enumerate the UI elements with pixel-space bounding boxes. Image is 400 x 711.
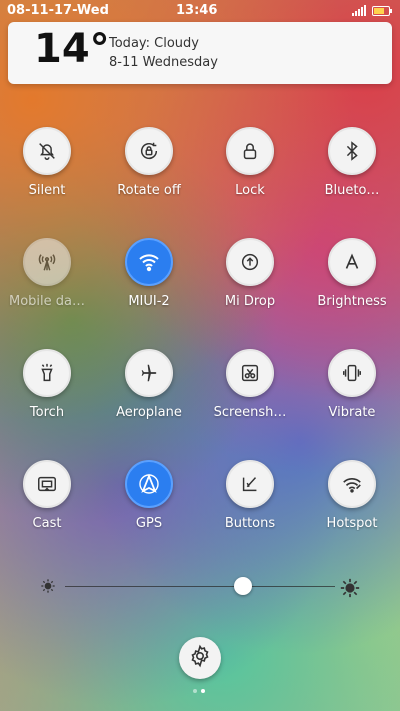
toggle-buttons[interactable]: Buttons bbox=[210, 460, 290, 531]
brightness-track[interactable] bbox=[65, 586, 335, 587]
toggle-brightness[interactable]: Brightness bbox=[312, 238, 392, 309]
page-dot-current bbox=[201, 689, 205, 693]
toggle-lock[interactable]: Lock bbox=[210, 127, 290, 198]
toggle-rotate[interactable]: Rotate off bbox=[109, 127, 189, 198]
toggle-label: Lock bbox=[235, 183, 265, 198]
scissors-icon bbox=[226, 349, 274, 397]
toggle-hotspot[interactable]: Hotspot bbox=[312, 460, 392, 531]
rotate-lock-icon bbox=[125, 127, 173, 175]
signal-icon bbox=[352, 5, 366, 16]
toggle-label: GPS bbox=[135, 516, 163, 531]
vibrate-icon bbox=[328, 349, 376, 397]
toggle-screenshot[interactable]: Screensh… bbox=[210, 349, 290, 420]
settings-button[interactable] bbox=[179, 637, 221, 679]
toggle-cast[interactable]: Cast bbox=[7, 460, 87, 531]
status-icons bbox=[352, 5, 392, 16]
toggle-label: Hotspot bbox=[326, 516, 378, 531]
toggle-label: Brightness bbox=[317, 294, 387, 309]
brightness-thumb[interactable] bbox=[234, 577, 253, 595]
toggle-label: Mi Drop bbox=[224, 294, 276, 309]
location-icon bbox=[125, 460, 173, 508]
toggle-label: Silent bbox=[28, 183, 66, 198]
wifi-icon bbox=[125, 238, 173, 286]
letter-a-icon bbox=[328, 238, 376, 286]
brightness-high-icon bbox=[340, 578, 360, 602]
antenna-icon bbox=[23, 238, 71, 286]
toggle-silent[interactable]: Silent bbox=[7, 127, 87, 198]
bluetooth-icon bbox=[328, 127, 376, 175]
buttons-icon bbox=[226, 460, 274, 508]
toggle-label: Vibrate bbox=[328, 405, 376, 420]
battery-icon bbox=[372, 5, 392, 16]
flashlight-icon bbox=[23, 349, 71, 397]
brightness-slider[interactable] bbox=[40, 575, 360, 599]
toggle-mi-drop[interactable]: Mi Drop bbox=[210, 238, 290, 309]
status-date: 08-11-17-Wed bbox=[7, 3, 109, 18]
toggle-label: Cast bbox=[32, 516, 62, 531]
page-indicator bbox=[193, 689, 205, 693]
toggle-label: Torch bbox=[29, 405, 65, 420]
toggle-mobile-data[interactable]: Mobile da… bbox=[7, 238, 87, 309]
page-dot bbox=[193, 689, 197, 693]
toggle-label: MIUI-2 bbox=[128, 294, 170, 309]
brightness-low-icon bbox=[40, 578, 56, 598]
toggle-label: Aeroplane bbox=[116, 405, 182, 420]
hotspot-icon bbox=[328, 460, 376, 508]
toggle-label: Rotate off bbox=[117, 183, 181, 198]
toggle-label: Blueto… bbox=[324, 183, 380, 198]
toggle-bluetooth[interactable]: Blueto… bbox=[312, 127, 392, 198]
toggle-aeroplane[interactable]: Aeroplane bbox=[109, 349, 189, 420]
airplane-icon bbox=[125, 349, 173, 397]
weather-card[interactable]: 14° Today: Cloudy 8-11 Wednesday bbox=[8, 22, 392, 84]
weather-date: 8-11 Wednesday bbox=[109, 55, 218, 70]
toggle-torch[interactable]: Torch bbox=[7, 349, 87, 420]
bell-off-icon bbox=[23, 127, 71, 175]
toggle-label: Buttons bbox=[224, 516, 276, 531]
toggle-vibrate[interactable]: Vibrate bbox=[312, 349, 392, 420]
lock-icon bbox=[226, 127, 274, 175]
weather-condition: Today: Cloudy bbox=[109, 36, 199, 51]
toggle-wifi[interactable]: MIUI-2 bbox=[109, 238, 189, 309]
weather-temperature: 14° bbox=[34, 26, 110, 72]
upload-arrow-icon bbox=[226, 238, 274, 286]
status-bar: 08-11-17-Wed 13:46 bbox=[0, 0, 400, 22]
toggle-label: Screensh… bbox=[213, 405, 287, 420]
gear-icon bbox=[188, 644, 212, 672]
cast-icon bbox=[23, 460, 71, 508]
toggle-gps[interactable]: GPS bbox=[109, 460, 189, 531]
status-time: 13:46 bbox=[176, 3, 218, 18]
toggle-label: Mobile da… bbox=[9, 294, 85, 309]
